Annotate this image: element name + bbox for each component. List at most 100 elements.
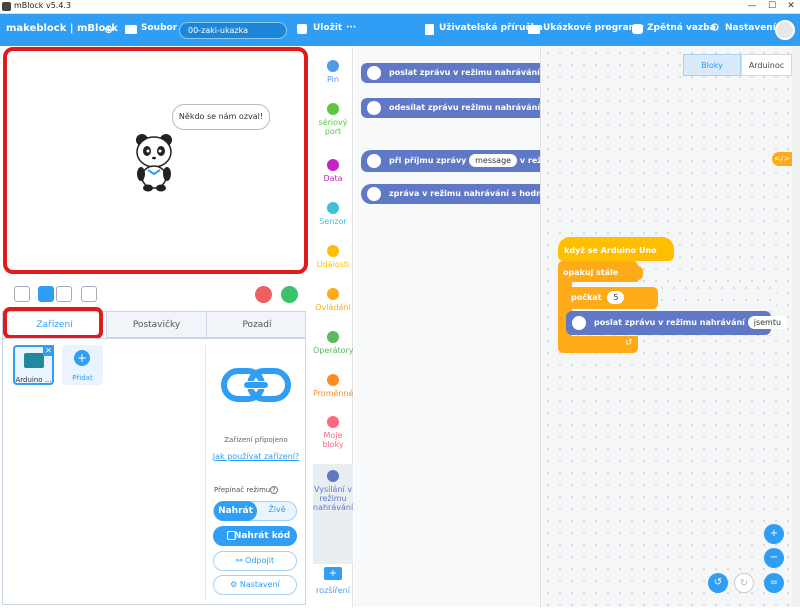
- tab-highlight: [3, 307, 103, 339]
- gear-small-icon: ⚙: [230, 580, 240, 589]
- scrollbar[interactable]: [792, 47, 800, 607]
- globe-icon[interactable]: ⊕: [104, 23, 113, 36]
- device-settings-button[interactable]: ⚙ Nastavení: [213, 575, 297, 595]
- mode-upload-button[interactable]: Nahrát: [214, 501, 257, 521]
- file-menu[interactable]: Soubor: [141, 23, 177, 33]
- link-icon: [221, 368, 291, 402]
- window-titlebar: mBlock v5.4.3 — ☐ ✕: [0, 0, 800, 14]
- mode-live-button[interactable]: Živě: [259, 505, 295, 514]
- small-stage-icon[interactable]: [38, 286, 54, 302]
- disconnect-button[interactable]: ⚯ Odpojit: [213, 551, 297, 571]
- palette-block-message-value[interactable]: zpráva v režimu nahrávání s hodnotou: [361, 184, 540, 204]
- category-dot: [327, 60, 339, 72]
- app-logo-icon: [2, 2, 11, 11]
- category-my-blocks[interactable]: Moje bloky: [313, 416, 353, 449]
- large-stage-icon[interactable]: [56, 286, 72, 302]
- tab-backdrops[interactable]: Pozadí: [207, 312, 307, 339]
- category-dot: [327, 245, 339, 257]
- tab-sprites[interactable]: Postavičky: [107, 312, 207, 339]
- category-dot: [327, 103, 339, 115]
- block-palette: poslat zprávu v režimu nahrávání me odes…: [354, 47, 541, 607]
- feedback-icon[interactable]: [632, 24, 643, 34]
- feedback-link[interactable]: Zpětná vazba: [647, 23, 716, 33]
- category-dot: [327, 374, 339, 386]
- category-control[interactable]: Ovládání: [313, 288, 353, 312]
- guide-icon[interactable]: [425, 24, 434, 35]
- forever-label: opakuj stále: [563, 266, 643, 280]
- category-serial[interactable]: sériový port: [313, 103, 353, 136]
- palette-block-send[interactable]: poslat zprávu v režimu nahrávání me: [361, 63, 540, 83]
- avatar[interactable]: [775, 20, 795, 40]
- green-flag-button[interactable]: [281, 286, 298, 303]
- broadcast-icon: [367, 101, 381, 115]
- tab-arduino-code[interactable]: Arduinoc: [741, 54, 792, 76]
- save-button[interactable]: Uložit: [313, 23, 342, 33]
- broadcast-icon: [367, 66, 381, 80]
- mode-switch-label: Přepínač režimu: [214, 486, 271, 494]
- more-menu[interactable]: ···: [346, 23, 356, 33]
- project-name-input[interactable]: 00-zaki-ukazka: [179, 22, 287, 39]
- hat-block[interactable]: když se Arduino Uno spustí: [558, 237, 674, 283]
- category-dot: [327, 202, 339, 214]
- category-variables[interactable]: Proměnné: [313, 374, 353, 398]
- category-sensor[interactable]: Senzor: [313, 202, 353, 226]
- extension-icon[interactable]: +: [324, 567, 342, 580]
- close-icon[interactable]: ✕: [781, 0, 800, 14]
- category-dot: [327, 159, 339, 171]
- undo-icon[interactable]: ↺: [708, 573, 728, 593]
- add-device-tile[interactable]: + Přidat: [62, 345, 103, 385]
- fullscreen-icon[interactable]: [14, 286, 30, 302]
- arduino-board-icon: [24, 353, 44, 368]
- tab-blocks[interactable]: Bloky: [683, 54, 741, 76]
- settings-menu[interactable]: Nastavení: [725, 23, 776, 33]
- connection-status: Zařízení připojeno: [224, 436, 288, 444]
- wait-block[interactable]: počkat 5 sekund: [566, 287, 658, 324]
- category-dot: [327, 416, 339, 428]
- stop-button[interactable]: [255, 286, 272, 303]
- category-data[interactable]: Data: [313, 159, 353, 183]
- zoom-out-icon[interactable]: −: [764, 548, 784, 568]
- category-upload-broadcast[interactable]: Vysílání v režimu nahrávání: [313, 470, 353, 512]
- broadcast-icon: [572, 316, 586, 330]
- broadcast-icon: [367, 154, 381, 168]
- disconnect-label: Odpojit: [245, 556, 275, 565]
- unlink-icon: ⚯: [235, 556, 246, 565]
- examples-link[interactable]: Ukázkové programy: [543, 23, 644, 33]
- add-device-label: Přidat: [72, 374, 93, 382]
- grid-view-icon[interactable]: [81, 286, 97, 302]
- minimize-icon[interactable]: —: [742, 0, 762, 14]
- extensions-label[interactable]: rozšíření: [313, 586, 353, 595]
- category-dot: [327, 331, 339, 343]
- reset-zoom-icon[interactable]: =: [764, 573, 784, 593]
- save-icon[interactable]: [297, 24, 307, 34]
- maximize-icon[interactable]: ☐: [762, 0, 782, 14]
- speech-bubble: Někdo se nám ozval!: [172, 104, 270, 130]
- gear-icon[interactable]: ⚙: [710, 21, 720, 34]
- divider: [205, 345, 206, 600]
- menu-bar: makeblock | mBlock ⊕ Soubor Uložit ··· U…: [0, 14, 800, 46]
- palette-block-send-upload[interactable]: odesílat zprávu režimu nahrávání me: [361, 98, 540, 118]
- window-title: mBlock v5.4.3: [14, 1, 72, 10]
- palette-block-receive[interactable]: při příjmu zprávy message v režim: [361, 150, 540, 172]
- remove-device-icon[interactable]: ✕: [43, 345, 54, 356]
- book-icon[interactable]: [528, 25, 540, 34]
- brand-logo: makeblock | mBlock: [6, 23, 118, 34]
- help-icon[interactable]: ?: [270, 486, 278, 494]
- category-pin[interactable]: Pin: [313, 60, 353, 84]
- device-settings-label: Nastavení: [239, 580, 280, 589]
- category-dot: [327, 470, 339, 482]
- how-to-link[interactable]: Jak používat zařízení?: [206, 452, 306, 461]
- upload-icon: [227, 531, 236, 540]
- category-dot: [327, 288, 339, 300]
- folder-icon[interactable]: [125, 25, 137, 34]
- redo-icon[interactable]: ↻: [734, 573, 754, 593]
- code-toggle-icon[interactable]: </>: [772, 152, 792, 166]
- upload-code-button[interactable]: Nahrát kód: [213, 526, 297, 546]
- panda-sprite[interactable]: [133, 132, 177, 192]
- mode-switch: Nahrát Živě: [213, 501, 297, 521]
- category-events[interactable]: Události: [313, 245, 353, 269]
- send-message-block[interactable]: poslat zprávu v režimu nahrávání jsemtu: [566, 311, 788, 335]
- loop-arrow-icon: ↺: [625, 338, 633, 348]
- zoom-in-icon[interactable]: +: [764, 524, 784, 544]
- category-operators[interactable]: Operátory: [313, 331, 354, 355]
